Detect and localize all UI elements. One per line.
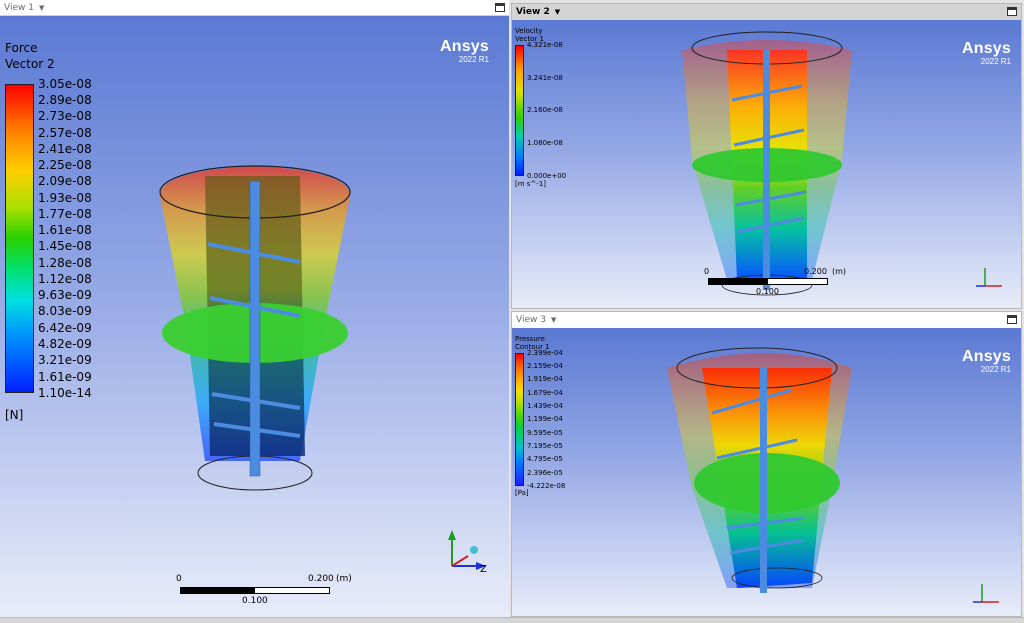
cfd-model-render [667, 347, 852, 593]
scale-bar-graphic [708, 278, 828, 285]
view-3-panel[interactable]: View 3 ▼ Ansys 2022 R1 Pressure Contour … [511, 311, 1022, 617]
scale-unit: (m) [336, 574, 352, 584]
maximize-icon[interactable] [1007, 7, 1017, 16]
view-3-header[interactable]: View 3 ▼ [512, 312, 1021, 328]
view-1-header[interactable]: View 1 ▼ [0, 0, 509, 16]
impeller-shaft [763, 50, 770, 290]
view-1-label: View 1 [4, 2, 34, 13]
view-1-panel[interactable]: View 1 ▼ Ansys 2022 R1 Force Vector 2 3.… [0, 0, 509, 617]
maximize-icon[interactable] [495, 3, 505, 12]
scale-mid: 0.100 [756, 287, 779, 296]
view-2-label: View 2 [516, 7, 550, 17]
cfd-model-render [682, 31, 852, 296]
view-2-panel[interactable]: View 2 ▼ Ansys 2022 R1 Velocity Vector 1… [511, 3, 1022, 309]
status-bar [0, 617, 1024, 623]
scale-bar: 0 0.200 (m) 0.100 [704, 267, 864, 307]
xyz-axis-triad-icon[interactable] [970, 262, 1010, 294]
scale-mid: 0.100 [242, 596, 268, 606]
maximize-icon[interactable] [1007, 315, 1017, 324]
scale-start: 0 [176, 574, 182, 584]
view-3-label: View 3 [516, 315, 546, 325]
z-axis-label: Z [480, 564, 487, 575]
view-3-viewport[interactable]: Ansys 2022 R1 Pressure Contour 1 2.399e-… [512, 328, 1021, 616]
cfd-model-render [159, 165, 351, 491]
view-1-viewport[interactable]: Ansys 2022 R1 Force Vector 2 3.05e-08 2.8… [0, 16, 509, 617]
view-menu-triangle-down-icon[interactable]: ▼ [39, 4, 44, 12]
scale-bar: 0 0.200 (m) 0.100 [176, 572, 376, 617]
scale-start: 0 [704, 267, 710, 276]
view-menu-triangle-down-icon[interactable]: ▼ [551, 316, 556, 324]
impeller-shaft [760, 368, 767, 593]
scale-end: 0.200 [804, 267, 827, 276]
xyz-axis-triad-icon[interactable] [967, 578, 1007, 610]
scale-bar-graphic [180, 587, 330, 594]
view-2-viewport[interactable]: Ansys 2022 R1 Velocity Vector 1 4.321e-0… [512, 20, 1021, 308]
scale-unit: (m) [832, 267, 847, 276]
view-2-header[interactable]: View 2 ▼ [512, 4, 1021, 20]
xyz-axis-triad-icon[interactable]: Z [442, 526, 492, 576]
scale-end: 0.200 [308, 574, 334, 584]
view-menu-triangle-down-icon[interactable]: ▼ [555, 8, 560, 16]
